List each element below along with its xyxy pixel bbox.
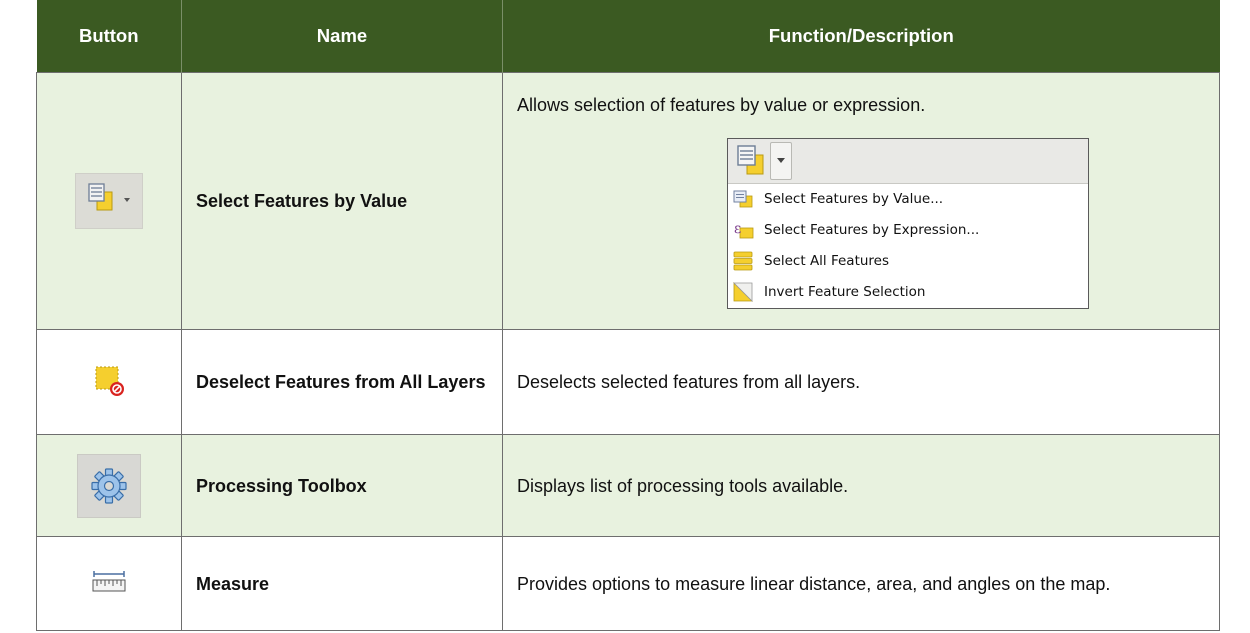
- dropdown-arrow-button[interactable]: [770, 141, 792, 180]
- button-cell: [36, 329, 182, 435]
- header-row: Button Name Function/Description: [36, 0, 1220, 73]
- name-cell: Deselect Features from All Layers: [181, 329, 503, 435]
- description-cell: Deselects selected features from all lay…: [502, 329, 1220, 435]
- description-cell: Displays list of processing tools availa…: [502, 434, 1220, 537]
- select-features-by-value-icon: [75, 173, 143, 229]
- svg-text:ε: ε: [734, 221, 741, 237]
- menu-item[interactable]: Invert Feature Selection: [728, 277, 1088, 308]
- deselect-all-layers-icon: [89, 360, 129, 405]
- table-row: Deselect Features from All Layers Desele…: [36, 329, 1220, 435]
- select-all-icon: [732, 250, 754, 272]
- menu-item-label: Invert Feature Selection: [764, 284, 926, 300]
- menu-item-label: Select All Features: [764, 253, 890, 269]
- menu-item[interactable]: Select All Features: [728, 246, 1088, 277]
- header-button: Button: [36, 0, 182, 73]
- processing-toolbox-gear-icon: [77, 453, 141, 518]
- name-cell: Measure: [181, 536, 503, 631]
- name-cell: Select Features by Value: [181, 72, 503, 330]
- select-menu-screenshot: Select Features by Value... ε Select Fea…: [727, 137, 1089, 309]
- measure-ruler-icon: [89, 566, 129, 601]
- description-cell: Provides options to measure linear dista…: [502, 536, 1220, 631]
- menu-item-label: Select Features by Expression...: [764, 222, 980, 238]
- menu-toolbar: [728, 138, 1088, 184]
- description-text: Allows selection of features by value or…: [517, 94, 926, 115]
- button-cell: [36, 72, 182, 330]
- menu-item[interactable]: ε Select Features by Expression...: [728, 215, 1088, 246]
- select-by-value-icon: [732, 188, 754, 210]
- table-row: Processing Toolbox Displays list of proc…: [36, 434, 1220, 537]
- header-description: Function/Description: [502, 0, 1220, 73]
- select-features-by-value-icon: [730, 141, 770, 181]
- button-cell: [36, 434, 182, 537]
- header-name: Name: [181, 0, 503, 73]
- select-by-expression-icon: ε: [732, 219, 754, 241]
- table-row: Measure Provides options to measure line…: [36, 536, 1220, 631]
- description-cell: Allows selection of features by value or…: [502, 72, 1220, 330]
- invert-selection-icon: [732, 281, 754, 303]
- name-cell: Processing Toolbox: [181, 434, 503, 537]
- button-cell: [36, 536, 182, 631]
- menu-item[interactable]: Select Features by Value...: [728, 184, 1088, 215]
- reference-table: Button Name Function/Description Select …: [36, 0, 1220, 631]
- menu-item-label: Select Features by Value...: [764, 191, 944, 207]
- table-row: Select Features by Value Allows selectio…: [36, 72, 1220, 330]
